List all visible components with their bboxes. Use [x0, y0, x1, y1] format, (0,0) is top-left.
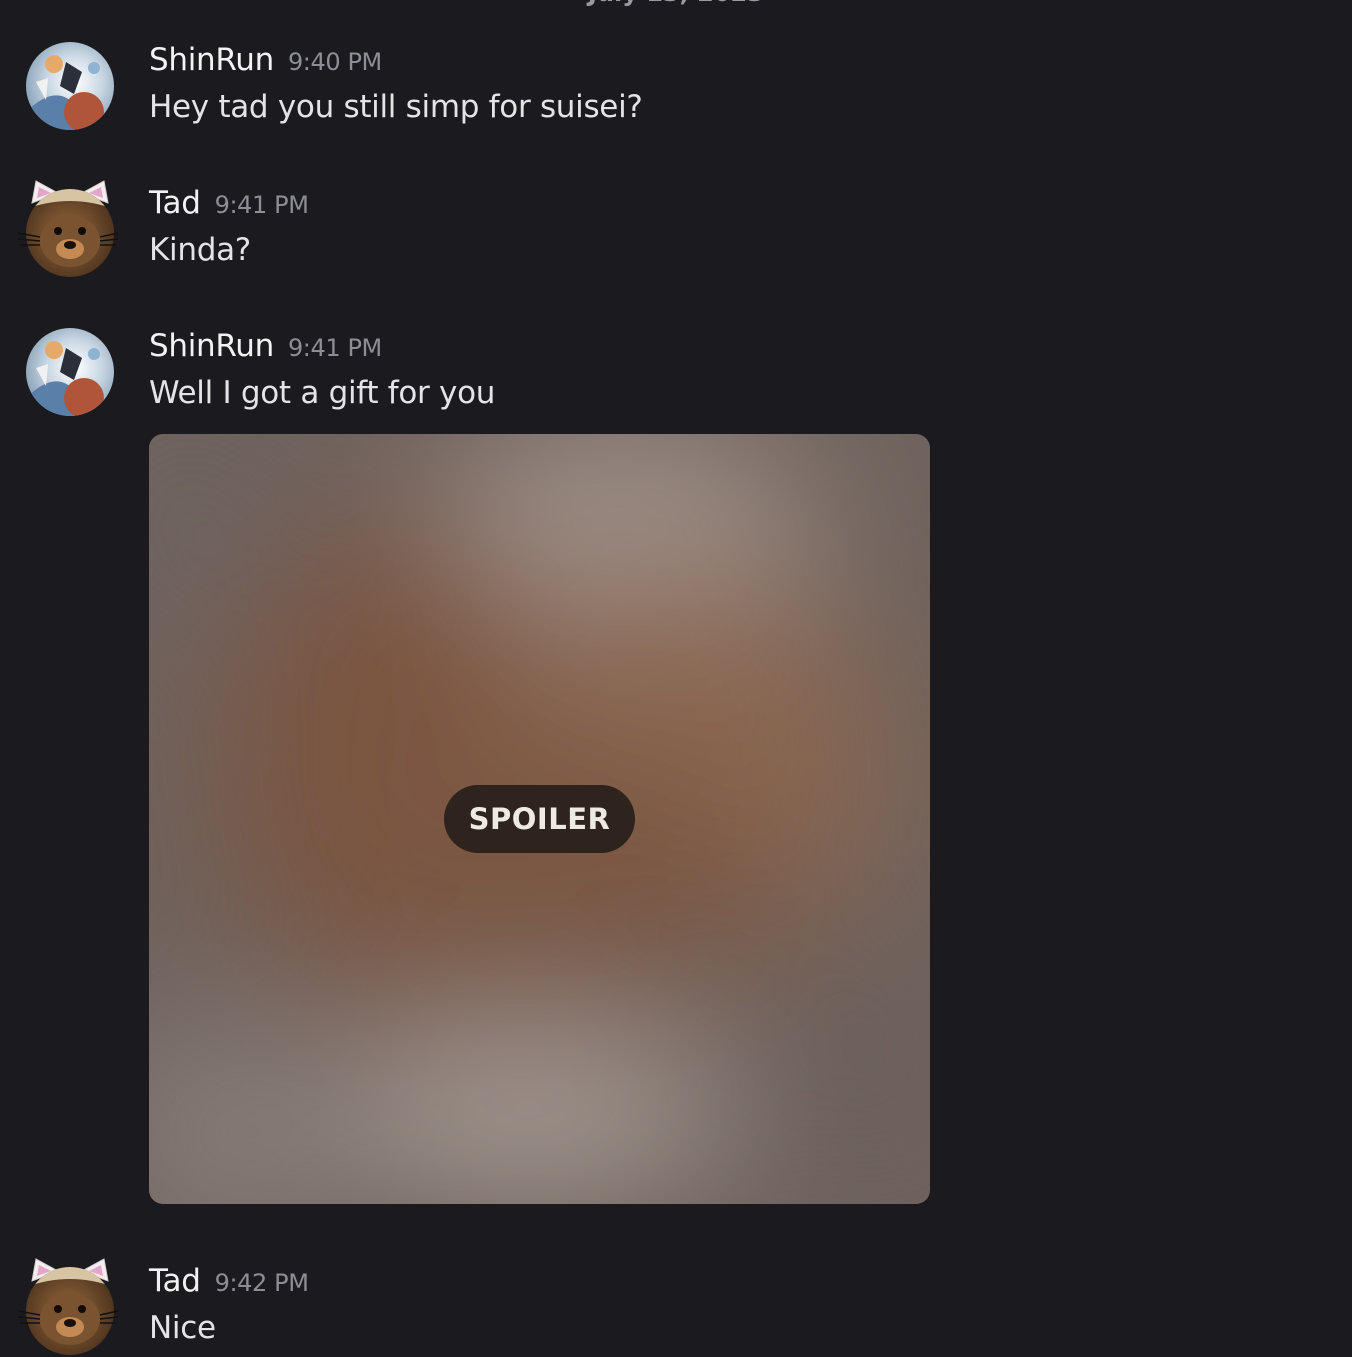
user-avatar[interactable] [18, 180, 118, 277]
user-avatar[interactable] [26, 328, 114, 416]
message-header: ShinRun 9:40 PM [149, 42, 382, 78]
anime-avatar-icon [26, 328, 114, 416]
message-text: Hey tad you still simp for suisei? [149, 89, 643, 125]
date-divider: July 13, 2023 [0, 0, 1352, 8]
username[interactable]: Tad [149, 1263, 201, 1299]
message-header: Tad 9:41 PM [149, 185, 309, 221]
message-header: Tad 9:42 PM [149, 1263, 309, 1299]
user-avatar[interactable] [18, 1258, 118, 1355]
spoiler-label[interactable]: SPOILER [444, 785, 635, 853]
timestamp: 9:40 PM [287, 48, 382, 76]
message-header: ShinRun 9:41 PM [149, 328, 382, 364]
cat-ear-avatar-icon [18, 180, 118, 277]
username[interactable]: ShinRun [149, 42, 274, 78]
message-text: Nice [149, 1310, 216, 1346]
timestamp: 9:41 PM [287, 334, 382, 362]
cat-ear-avatar-icon [18, 1258, 118, 1355]
anime-avatar-icon [26, 42, 114, 130]
username[interactable]: Tad [149, 185, 201, 221]
spoiler-image-attachment[interactable]: SPOILER [149, 434, 930, 1204]
message-text: Kinda? [149, 232, 251, 268]
username[interactable]: ShinRun [149, 328, 274, 364]
message-text: Well I got a gift for you [149, 375, 496, 411]
timestamp: 9:42 PM [214, 1269, 309, 1297]
user-avatar[interactable] [26, 42, 114, 130]
timestamp: 9:41 PM [214, 191, 309, 219]
